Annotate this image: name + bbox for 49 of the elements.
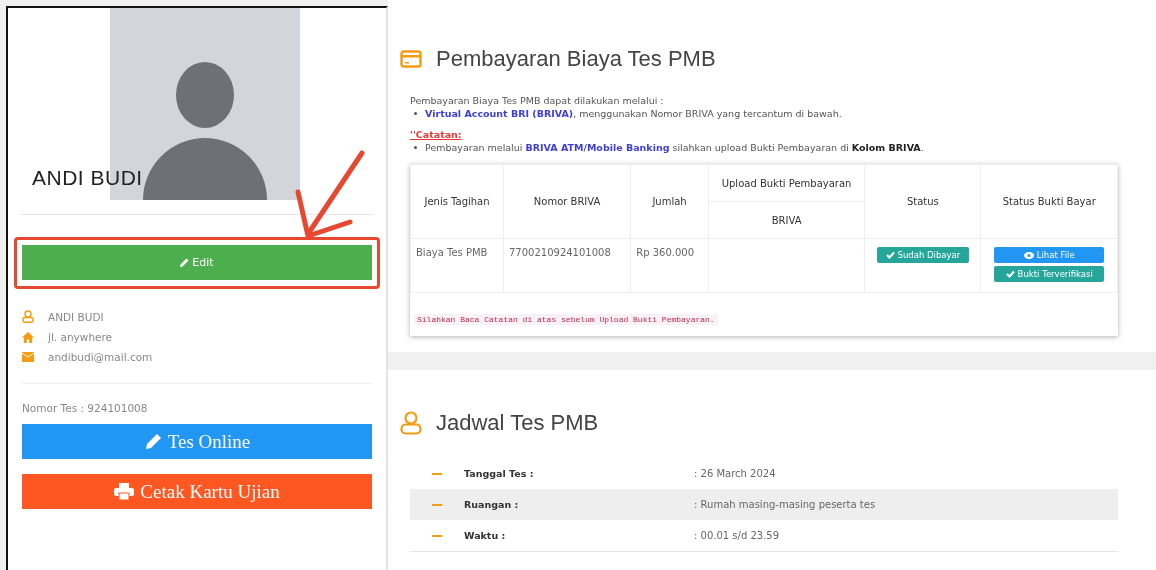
dash-icon bbox=[432, 503, 442, 506]
bullet-icon bbox=[414, 146, 417, 149]
eye-icon bbox=[1023, 251, 1034, 259]
pencil-icon bbox=[143, 432, 162, 451]
view-file-button[interactable]: Lihat File bbox=[994, 247, 1105, 263]
bullet-icon bbox=[414, 112, 417, 115]
printer-icon bbox=[114, 483, 135, 500]
column-header: Jumlah bbox=[630, 164, 709, 239]
pencil-icon bbox=[180, 258, 190, 267]
credit-card-icon bbox=[400, 50, 422, 68]
user-icon bbox=[22, 310, 34, 323]
schedule-label: Waktu : bbox=[464, 530, 507, 541]
test-number: Nomor Tes : 924101008 bbox=[22, 402, 149, 414]
column-header: Nomor BRIVA bbox=[503, 164, 631, 239]
user-icon bbox=[400, 411, 422, 435]
table-cell: Rp 360.000 bbox=[630, 238, 709, 293]
schedule-value: : Rumah masing-masing peserta tes bbox=[694, 499, 876, 510]
column-header: Upload Bukti Pembayaran bbox=[708, 164, 865, 202]
dash-icon bbox=[432, 472, 442, 475]
section-title: Pembayaran Biaya Tes PMB bbox=[436, 46, 716, 72]
dash-icon bbox=[432, 534, 442, 537]
column-header: Jenis Tagihan bbox=[410, 164, 504, 239]
table-cell: Biaya Tes PMB bbox=[410, 238, 504, 293]
mail-icon bbox=[22, 352, 34, 362]
bullet-text: Virtual Account BRI (BRIVA), menggunakan Nomor BRIVA yang tercantum di bawah. bbox=[425, 107, 842, 120]
schedule-label: Ruangan : bbox=[464, 499, 520, 510]
intro-text: Pembayaran Biaya Tes PMB dapat dilakukan melalui : bbox=[410, 94, 665, 107]
verified-badge: Bukti Terverifikasi bbox=[994, 266, 1105, 282]
profile-info: ANDI BUDI bbox=[48, 310, 104, 323]
paid-badge: Sudah Dibayar bbox=[876, 247, 969, 263]
profile-info: andibudi@mail.com bbox=[48, 351, 153, 363]
bullet-text: Pembayaran melalui BRIVA ATM/Mobile Banking silahkan upload Bukti Pembayaran di Kolom BRIVA. bbox=[425, 141, 924, 154]
home-icon bbox=[22, 331, 34, 343]
schedule-value: : 00.01 s/d 23.59 bbox=[694, 530, 780, 541]
note-label: ''Catatan: bbox=[410, 128, 462, 141]
check-icon bbox=[1005, 270, 1015, 278]
schedule-label: Tanggal Tes : bbox=[464, 468, 535, 479]
check-icon bbox=[885, 251, 895, 259]
note-text: Silahkan Baca Catatan di atas sebelum Upload Bukti Pembayaran. bbox=[414, 314, 718, 325]
profile-name: ANDI BUDI bbox=[32, 166, 143, 190]
table-cell: 7700210924101008 bbox=[503, 238, 631, 293]
edit-button[interactable]: Edit bbox=[22, 245, 372, 280]
print-card-button[interactable]: Cetak Kartu Ujian bbox=[22, 474, 372, 509]
column-header: Status bbox=[864, 164, 981, 239]
profile-info: jl. anywhere bbox=[48, 331, 113, 343]
schedule-value: : 26 March 2024 bbox=[694, 468, 776, 479]
section-title: Jadwal Tes PMB bbox=[436, 410, 599, 436]
online-test-button[interactable]: Tes Online bbox=[22, 424, 372, 459]
column-header: Status Bukti Bayar bbox=[981, 164, 1118, 239]
